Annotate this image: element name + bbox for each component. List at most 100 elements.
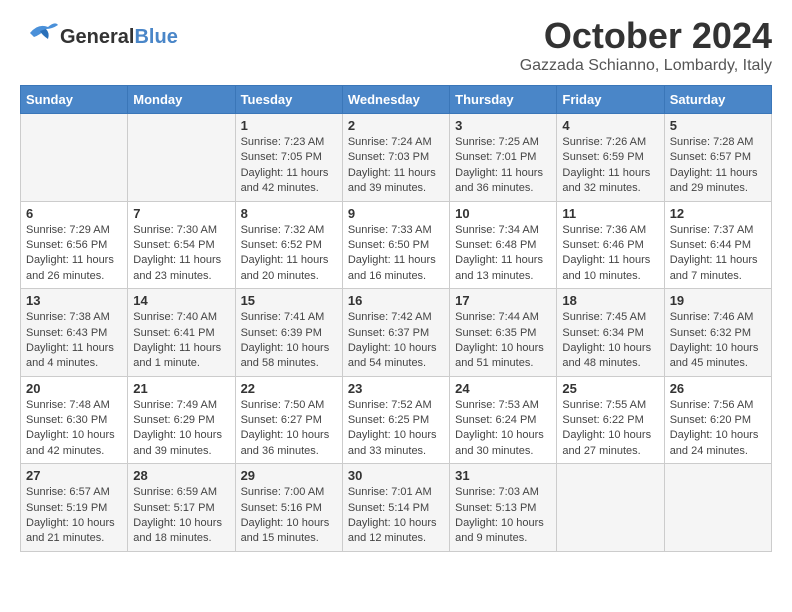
weekday-header: Tuesday: [235, 86, 342, 114]
sun-info: Sunrise: 7:25 AM Sunset: 7:01 PM Dayligh…: [455, 135, 551, 197]
sun-info: Sunrise: 7:26 AM Sunset: 6:59 PM Dayligh…: [562, 135, 658, 197]
weekday-header-row: SundayMondayTuesdayWednesdayThursdayFrid…: [21, 86, 772, 114]
date-number: 31: [455, 468, 551, 483]
date-number: 2: [348, 118, 444, 133]
calendar-cell: 3Sunrise: 7:25 AM Sunset: 7:01 PM Daylig…: [450, 114, 557, 202]
sun-info: Sunrise: 7:33 AM Sunset: 6:50 PM Dayligh…: [348, 223, 444, 285]
weekday-header: Monday: [128, 86, 235, 114]
calendar-cell: 19Sunrise: 7:46 AM Sunset: 6:32 PM Dayli…: [664, 289, 771, 377]
sun-info: Sunrise: 7:53 AM Sunset: 6:24 PM Dayligh…: [455, 398, 551, 460]
calendar-week-row: 20 Sunrise: 7:48 AM Sunset: 6:30 PM Dayli…: [21, 376, 772, 464]
weekday-header: Thursday: [450, 86, 557, 114]
calendar-cell: 12 Sunrise: 7:37 AM Sunset: 6:44 PM Dayli…: [664, 201, 771, 289]
calendar-cell: 18 Sunrise: 7:45 AM Sunset: 6:34 PM Dayli…: [557, 289, 664, 377]
calendar-cell: 1 Sunrise: 7:23 AM Sunset: 7:05 PM Daylig…: [235, 114, 342, 202]
calendar-cell: 24 Sunrise: 7:53 AM Sunset: 6:24 PM Dayli…: [450, 376, 557, 464]
sun-info: Sunrise: 7:30 AM Sunset: 6:54 PM Dayligh…: [133, 223, 229, 285]
weekday-header: Friday: [557, 86, 664, 114]
sun-info: Sunrise: 7:42 AM Sunset: 6:37 PM Dayligh…: [348, 310, 444, 372]
date-number: 15: [241, 293, 337, 308]
sun-info: Sunrise: 7:24 AM Sunset: 7:03 PM Dayligh…: [348, 135, 444, 197]
sun-info: Sunrise: 7:23 AM Sunset: 7:05 PM Dayligh…: [241, 135, 337, 197]
calendar-cell: 25Sunrise: 7:55 AM Sunset: 6:22 PM Dayli…: [557, 376, 664, 464]
date-number: 29: [241, 468, 337, 483]
sun-info: Sunrise: 7:28 AM Sunset: 6:57 PM Dayligh…: [670, 135, 766, 197]
sun-info: Sunrise: 6:57 AM Sunset: 5:19 PM Dayligh…: [26, 485, 122, 547]
date-number: 23: [348, 381, 444, 396]
calendar-cell: 7 Sunrise: 7:30 AM Sunset: 6:54 PM Daylig…: [128, 201, 235, 289]
calendar-cell: 31 Sunrise: 7:03 AM Sunset: 5:13 PM Dayli…: [450, 464, 557, 552]
date-number: 24: [455, 381, 551, 396]
weekday-header: Wednesday: [342, 86, 449, 114]
sun-info: Sunrise: 7:40 AM Sunset: 6:41 PM Dayligh…: [133, 310, 229, 372]
location: Gazzada Schianno, Lombardy, Italy: [520, 57, 772, 75]
sun-info: Sunrise: 7:52 AM Sunset: 6:25 PM Dayligh…: [348, 398, 444, 460]
month-title: October 2024: [520, 15, 772, 57]
page-container: GeneralBlue October 2024 Gazzada Schiann…: [0, 0, 792, 567]
sun-info: Sunrise: 7:41 AM Sunset: 6:39 PM Dayligh…: [241, 310, 337, 372]
logo-general: General: [60, 26, 134, 48]
calendar-week-row: 1 Sunrise: 7:23 AM Sunset: 7:05 PM Daylig…: [21, 114, 772, 202]
weekday-header: Saturday: [664, 86, 771, 114]
date-number: 1: [241, 118, 337, 133]
date-number: 17: [455, 293, 551, 308]
page-header: GeneralBlue October 2024 Gazzada Schiann…: [20, 15, 772, 75]
calendar-cell: 6 Sunrise: 7:29 AM Sunset: 6:56 PM Daylig…: [21, 201, 128, 289]
date-number: 13: [26, 293, 122, 308]
calendar-cell: 16 Sunrise: 7:42 AM Sunset: 6:37 PM Dayli…: [342, 289, 449, 377]
date-number: 4: [562, 118, 658, 133]
calendar-cell: 17 Sunrise: 7:44 AM Sunset: 6:35 PM Dayli…: [450, 289, 557, 377]
date-number: 12: [670, 206, 766, 221]
date-number: 11: [562, 206, 658, 221]
calendar-cell: [128, 114, 235, 202]
date-number: 6: [26, 206, 122, 221]
date-number: 27: [26, 468, 122, 483]
date-number: 21: [133, 381, 229, 396]
calendar-cell: 11Sunrise: 7:36 AM Sunset: 6:46 PM Dayli…: [557, 201, 664, 289]
sun-info: Sunrise: 7:45 AM Sunset: 6:34 PM Dayligh…: [562, 310, 658, 372]
date-number: 7: [133, 206, 229, 221]
sun-info: Sunrise: 7:34 AM Sunset: 6:48 PM Dayligh…: [455, 223, 551, 285]
date-number: 26: [670, 381, 766, 396]
sun-info: Sunrise: 7:01 AM Sunset: 5:14 PM Dayligh…: [348, 485, 444, 547]
calendar-cell: 29Sunrise: 7:00 AM Sunset: 5:16 PM Dayli…: [235, 464, 342, 552]
sun-info: Sunrise: 7:49 AM Sunset: 6:29 PM Dayligh…: [133, 398, 229, 460]
logo: GeneralBlue: [20, 15, 178, 58]
calendar-table: SundayMondayTuesdayWednesdayThursdayFrid…: [20, 85, 772, 552]
date-number: 18: [562, 293, 658, 308]
calendar-cell: [21, 114, 128, 202]
sun-info: Sunrise: 7:37 AM Sunset: 6:44 PM Dayligh…: [670, 223, 766, 285]
calendar-cell: 28 Sunrise: 6:59 AM Sunset: 5:17 PM Dayli…: [128, 464, 235, 552]
sun-info: Sunrise: 7:50 AM Sunset: 6:27 PM Dayligh…: [241, 398, 337, 460]
calendar-week-row: 6 Sunrise: 7:29 AM Sunset: 6:56 PM Daylig…: [21, 201, 772, 289]
calendar-cell: 21 Sunrise: 7:49 AM Sunset: 6:29 PM Dayli…: [128, 376, 235, 464]
sun-info: Sunrise: 7:46 AM Sunset: 6:32 PM Dayligh…: [670, 310, 766, 372]
date-number: 28: [133, 468, 229, 483]
calendar-cell: 4 Sunrise: 7:26 AM Sunset: 6:59 PM Daylig…: [557, 114, 664, 202]
logo-blue: Blue: [134, 26, 177, 48]
date-number: 10: [455, 206, 551, 221]
sun-info: Sunrise: 7:29 AM Sunset: 6:56 PM Dayligh…: [26, 223, 122, 285]
sun-info: Sunrise: 7:03 AM Sunset: 5:13 PM Dayligh…: [455, 485, 551, 547]
date-number: 30: [348, 468, 444, 483]
calendar-cell: [664, 464, 771, 552]
calendar-cell: 26Sunrise: 7:56 AM Sunset: 6:20 PM Dayli…: [664, 376, 771, 464]
logo-bird-icon: [20, 15, 60, 53]
calendar-cell: 10 Sunrise: 7:34 AM Sunset: 6:48 PM Dayli…: [450, 201, 557, 289]
calendar-cell: 23 Sunrise: 7:52 AM Sunset: 6:25 PM Dayli…: [342, 376, 449, 464]
sun-info: Sunrise: 7:55 AM Sunset: 6:22 PM Dayligh…: [562, 398, 658, 460]
calendar-cell: 30 Sunrise: 7:01 AM Sunset: 5:14 PM Dayli…: [342, 464, 449, 552]
date-number: 8: [241, 206, 337, 221]
calendar-cell: 13 Sunrise: 7:38 AM Sunset: 6:43 PM Dayli…: [21, 289, 128, 377]
calendar-cell: 22Sunrise: 7:50 AM Sunset: 6:27 PM Dayli…: [235, 376, 342, 464]
calendar-cell: 27 Sunrise: 6:57 AM Sunset: 5:19 PM Dayli…: [21, 464, 128, 552]
calendar-week-row: 27 Sunrise: 6:57 AM Sunset: 5:19 PM Dayli…: [21, 464, 772, 552]
calendar-cell: 5Sunrise: 7:28 AM Sunset: 6:57 PM Daylig…: [664, 114, 771, 202]
sun-info: Sunrise: 7:38 AM Sunset: 6:43 PM Dayligh…: [26, 310, 122, 372]
date-number: 20: [26, 381, 122, 396]
sun-info: Sunrise: 6:59 AM Sunset: 5:17 PM Dayligh…: [133, 485, 229, 547]
date-number: 16: [348, 293, 444, 308]
sun-info: Sunrise: 7:48 AM Sunset: 6:30 PM Dayligh…: [26, 398, 122, 460]
sun-info: Sunrise: 7:44 AM Sunset: 6:35 PM Dayligh…: [455, 310, 551, 372]
calendar-cell: 15 Sunrise: 7:41 AM Sunset: 6:39 PM Dayli…: [235, 289, 342, 377]
